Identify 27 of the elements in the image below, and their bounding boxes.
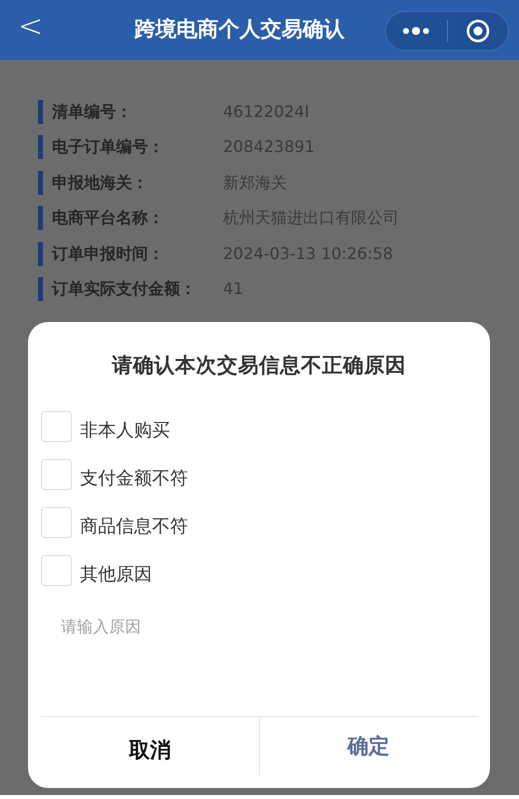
more-icon — [402, 26, 430, 36]
back-button[interactable]: < — [18, 10, 44, 44]
field-label: 电商平台名称： — [52, 207, 165, 230]
label-marker — [38, 170, 43, 195]
target-icon — [466, 19, 490, 43]
option-label: 其他原因 — [80, 563, 152, 588]
checkbox[interactable] — [41, 459, 72, 490]
field-label: 订单实际支付金额： — [52, 278, 197, 300]
dialog-title: 请确认本次交易信息不正确原因 — [110, 352, 407, 379]
label-marker — [38, 206, 43, 230]
label-marker — [38, 242, 43, 266]
option-label: 非本人购买 — [80, 419, 170, 444]
page-title: 跨境电商个人交易确认 — [134, 16, 344, 44]
option-label: 支付金额不符 — [80, 467, 188, 492]
confirm-button[interactable]: 确定 — [258, 717, 477, 776]
checkbox[interactable] — [41, 555, 72, 586]
checkbox[interactable] — [41, 411, 72, 442]
cancel-button[interactable]: 取消 — [41, 717, 258, 788]
checkbox[interactable] — [41, 507, 72, 538]
field-label: 订单申报时间： — [52, 242, 165, 265]
field-label: 申报地海关： — [52, 172, 149, 194]
label-marker — [38, 135, 43, 160]
label-marker — [38, 277, 43, 302]
field-label: 电子订单编号： — [52, 136, 165, 158]
option-label: 商品信息不符 — [80, 515, 188, 540]
field-label: 清单编号： — [52, 100, 133, 123]
label-marker — [38, 100, 43, 124]
